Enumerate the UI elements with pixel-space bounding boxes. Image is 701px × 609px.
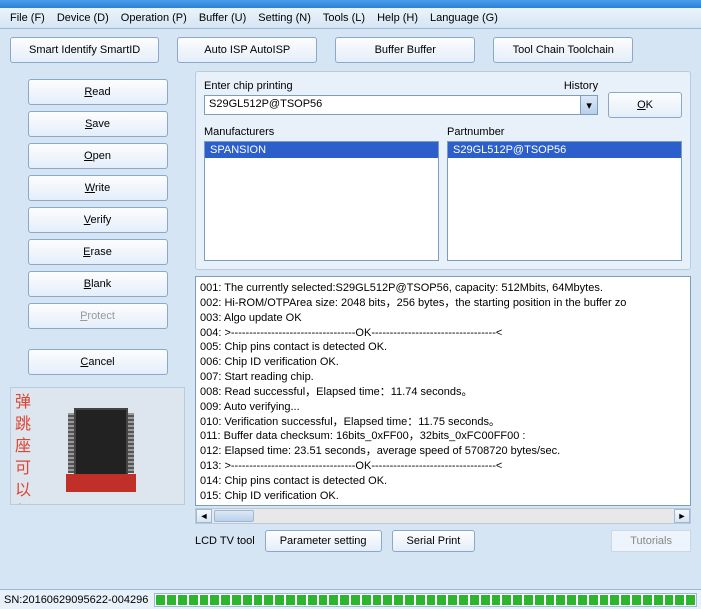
scroll-right-icon[interactable]: ► [674, 509, 690, 523]
verify-button[interactable]: Verify [28, 207, 168, 233]
save-button[interactable]: Save [28, 111, 168, 137]
menu-file[interactable]: File (F) [6, 10, 49, 26]
manufacturers-listbox[interactable]: SPANSION [204, 141, 439, 261]
log-line: 013: >----------------------------------… [200, 459, 686, 474]
log-line: 004: >----------------------------------… [200, 326, 686, 341]
parameter-setting-button[interactable]: Parameter setting [265, 530, 382, 552]
log-line: 009: Auto verifying... [200, 400, 686, 415]
menu-tools[interactable]: Tools (L) [319, 10, 369, 26]
chevron-down-icon[interactable]: ▾ [580, 96, 597, 114]
log-line: 010: Verification successful，Elapsed tim… [200, 415, 686, 430]
progress-bar [154, 593, 697, 607]
blank-button[interactable]: Blank [28, 271, 168, 297]
list-item[interactable]: S29GL512P@TSOP56 [448, 142, 681, 158]
menu-language[interactable]: Language (G) [426, 10, 502, 26]
log-line: 011: Buffer data checksum: 16bits_0xFF00… [200, 429, 686, 444]
chip-value: S29GL512P@TSOP56 [209, 98, 322, 110]
log-line: 015: Chip ID verification OK. [200, 489, 686, 504]
partnumber-listbox[interactable]: S29GL512P@TSOP56 [447, 141, 682, 261]
auto-isp-button[interactable]: Auto ISP AutoISP [177, 37, 317, 63]
menubar: File (F) Device (D) Operation (P) Buffer… [0, 8, 701, 29]
partnumber-label: Partnumber [447, 126, 682, 138]
statusbar: SN:20160629095622-004296 [0, 589, 701, 609]
log-line: 008: Read successful，Elapsed time：11.74 … [200, 385, 686, 400]
log-line: 003: Algo update OK [200, 311, 686, 326]
buffer-button[interactable]: Buffer Buffer [335, 37, 475, 63]
menu-operation[interactable]: Operation (P) [117, 10, 191, 26]
log-line: 007: Start reading chip. [200, 370, 686, 385]
log-line: 016: Start writing chip...... [200, 504, 686, 506]
manufacturers-label: Manufacturers [204, 126, 439, 138]
log-line: 014: Chip pins contact is detected OK. [200, 474, 686, 489]
toolchain-button[interactable]: Tool Chain Toolchain [493, 37, 633, 63]
scroll-left-icon[interactable]: ◄ [196, 509, 212, 523]
chip-select-panel: Enter chip printing History S29GL512P@TS… [195, 71, 691, 270]
cancel-button[interactable]: Cancel [28, 349, 168, 375]
menu-help[interactable]: Help (H) [373, 10, 422, 26]
toolbar: Smart Identify SmartID Auto ISP AutoISP … [0, 29, 701, 71]
log-output[interactable]: 001: The currently selected:S29GL512P@TS… [195, 276, 691, 506]
menu-buffer[interactable]: Buffer (U) [195, 10, 250, 26]
open-button[interactable]: Open [28, 143, 168, 169]
smart-identify-button[interactable]: Smart Identify SmartID [10, 37, 159, 63]
menu-setting[interactable]: Setting (N) [254, 10, 315, 26]
write-button[interactable]: Write [28, 175, 168, 201]
ok-button[interactable]: OK [608, 92, 682, 118]
log-line: 012: Elapsed time: 23.51 seconds，average… [200, 444, 686, 459]
device-image: 弹跳座可以任意摆放 [10, 387, 185, 505]
serial-print-button[interactable]: Serial Print [392, 530, 476, 552]
overlay-text: 弹跳座可以任意摆放 [15, 392, 35, 505]
list-item[interactable]: SPANSION [205, 142, 438, 158]
menu-device[interactable]: Device (D) [53, 10, 113, 26]
scrollbar-horizontal[interactable]: ◄ ► [195, 508, 691, 524]
log-line: 002: Hi-ROM/OTPArea size: 2048 bits，256 … [200, 296, 686, 311]
log-line: 005: Chip pins contact is detected OK. [200, 340, 686, 355]
protect-button: Protect [28, 303, 168, 329]
scroll-thumb[interactable] [214, 510, 254, 522]
history-label: History [564, 80, 598, 92]
serial-number: SN:20160629095622-004296 [4, 594, 148, 606]
enter-chip-label: Enter chip printing [204, 80, 293, 92]
erase-button[interactable]: Erase [28, 239, 168, 265]
log-line: 006: Chip ID verification OK. [200, 355, 686, 370]
chip-combobox[interactable]: S29GL512P@TSOP56 ▾ [204, 95, 598, 115]
read-button[interactable]: Read [28, 79, 168, 105]
log-line: 001: The currently selected:S29GL512P@TS… [200, 281, 686, 296]
lcd-tv-tool-label: LCD TV tool [195, 535, 255, 547]
tutorials-button[interactable]: Tutorials [611, 530, 691, 552]
